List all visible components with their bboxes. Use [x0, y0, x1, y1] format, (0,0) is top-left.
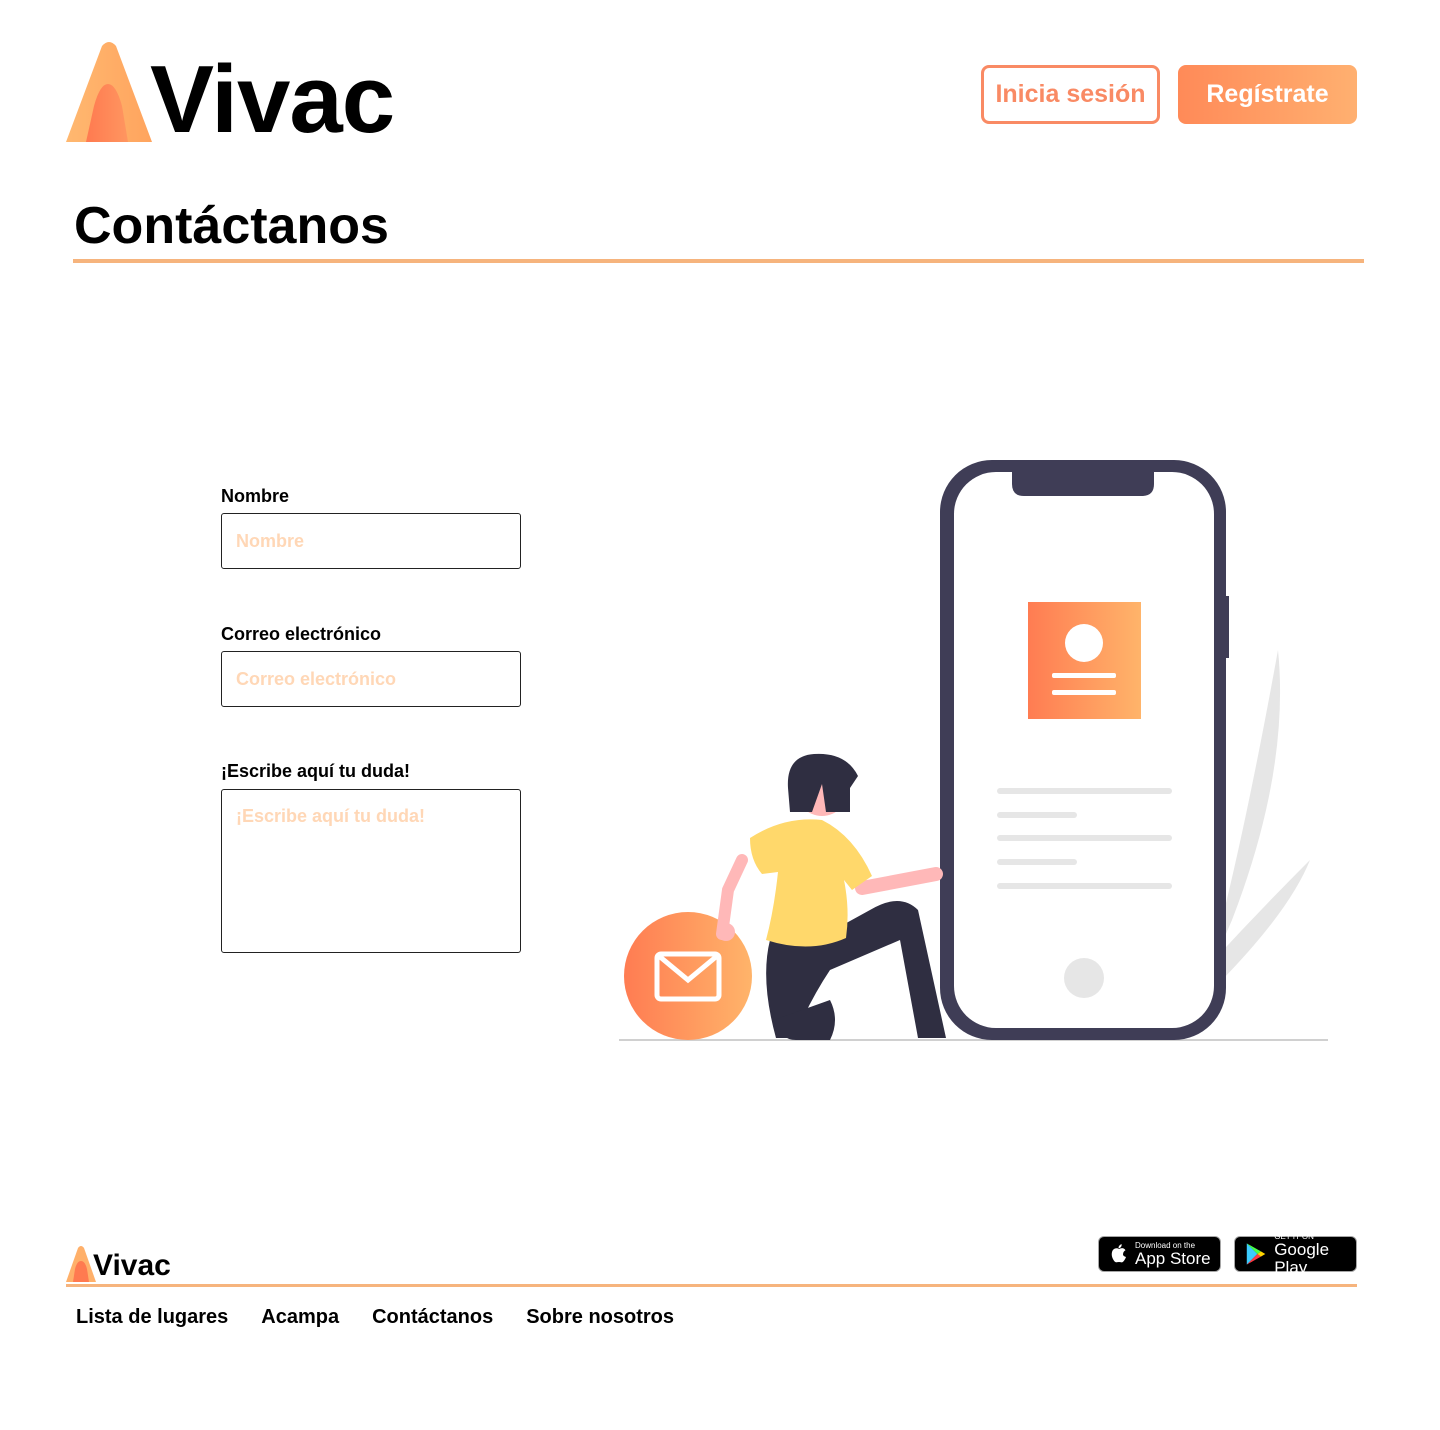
contact-card-icon	[1028, 602, 1141, 719]
brand-name: Vivac	[150, 46, 395, 153]
footer-nav: Lista de lugares Acampa Contáctanos Sobr…	[76, 1304, 707, 1330]
footer-link-acampa[interactable]: Acampa	[261, 1304, 339, 1330]
footer-brand-name: Vivac	[93, 1249, 171, 1282]
page-title: Contáctanos	[74, 197, 389, 255]
signup-button[interactable]: Regístrate	[1178, 65, 1357, 124]
tent-logo-icon	[66, 42, 152, 142]
footer-brand-logo[interactable]: Vivac	[66, 1244, 186, 1284]
app-store-line2: App Store	[1135, 1248, 1211, 1268]
tent-logo-icon	[66, 1246, 96, 1282]
title-divider	[73, 259, 1364, 263]
footer-link-lista-de-lugares[interactable]: Lista de lugares	[76, 1304, 228, 1330]
person	[716, 753, 946, 1040]
message-label: ¡Escribe aquí tu duda!	[221, 761, 411, 781]
apple-icon	[1111, 1244, 1126, 1263]
brand-logo[interactable]: Vivac	[64, 40, 404, 150]
message-textarea[interactable]	[221, 789, 521, 953]
name-label: Nombre	[221, 486, 290, 506]
footer-link-sobre-nosotros[interactable]: Sobre nosotros	[526, 1304, 674, 1330]
phone-icon	[940, 460, 1229, 1040]
google-play-badge[interactable]: GET IT ON Google Play	[1234, 1232, 1357, 1276]
email-input[interactable]	[221, 651, 521, 707]
email-label: Correo electrónico	[221, 624, 382, 644]
contact-form: Nombre Correo electrónico ¡Escribe aquí …	[221, 485, 521, 955]
contact-illustration	[619, 460, 1328, 1041]
app-store-badge[interactable]: Download on the App Store	[1098, 1236, 1221, 1272]
footer-divider	[66, 1284, 1357, 1287]
name-input[interactable]	[221, 513, 521, 569]
google-play-line2: Google Play	[1274, 1239, 1330, 1277]
google-play-icon	[1246, 1243, 1266, 1265]
footer-link-contactanos[interactable]: Contáctanos	[372, 1304, 493, 1330]
login-button[interactable]: Inicia sesión	[981, 65, 1160, 124]
